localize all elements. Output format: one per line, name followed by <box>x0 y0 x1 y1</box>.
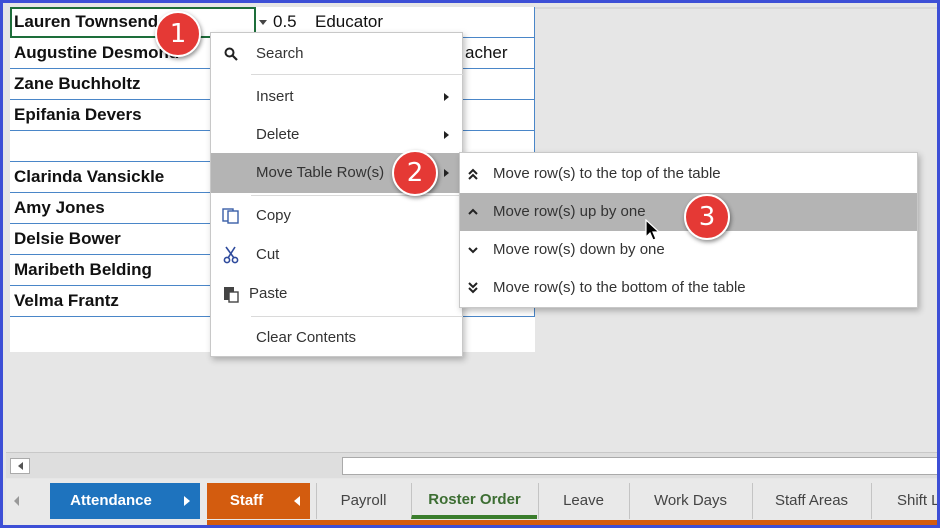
menu-item-label: Insert <box>256 88 294 105</box>
horizontal-scrollbar[interactable] <box>6 452 937 478</box>
chevron-down-icon <box>466 231 480 269</box>
submenu-item-move-down[interactable]: Move row(s) down by one <box>460 231 917 269</box>
tab-shift[interactable]: Shift L <box>871 483 937 519</box>
menu-item-label: Paste <box>249 285 288 302</box>
submenu-item-move-bottom[interactable]: Move row(s) to the bottom of the table <box>460 269 917 307</box>
chevron-left-icon <box>17 462 23 470</box>
scroll-track[interactable] <box>342 457 937 475</box>
sheet-tab-bar: Attendance Staff Payroll Roster Order Le… <box>6 479 937 525</box>
tab-staff[interactable]: Staff <box>207 483 310 519</box>
menu-item-label: Clear Contents <box>256 329 357 346</box>
menu-separator <box>251 74 463 75</box>
scroll-left-button[interactable] <box>10 458 30 474</box>
callout-badge-1: 1 <box>155 11 201 57</box>
menu-item-label: Search <box>256 45 304 62</box>
double-chevron-up-icon <box>466 155 480 193</box>
submenu-arrow-icon <box>444 131 449 139</box>
menu-item-label: Delete <box>256 126 300 143</box>
copy-icon <box>220 197 242 235</box>
chevron-right-icon <box>184 496 190 506</box>
menu-item-clear-contents[interactable]: Clear Contents <box>211 319 462 357</box>
scissors-icon <box>220 236 242 274</box>
menu-item-delete[interactable]: Delete <box>211 116 462 154</box>
tab-scroll-left-icon[interactable] <box>14 496 19 506</box>
tab-roster-order[interactable]: Roster Order <box>411 483 537 519</box>
menu-item-label: Move Table Row(s) <box>256 164 385 181</box>
submenu-item-move-top[interactable]: Move row(s) to the top of the table <box>460 155 917 193</box>
submenu-item-label: Move row(s) up by one <box>493 203 646 220</box>
tab-group-underline <box>207 520 937 525</box>
tab-attendance[interactable]: Attendance <box>50 483 200 519</box>
tab-staff-areas[interactable]: Staff Areas <box>752 483 870 519</box>
column-header-strip <box>535 7 937 9</box>
tab-label: Staff <box>229 492 264 509</box>
mouse-pointer-icon <box>645 218 661 248</box>
tab-payroll[interactable]: Payroll <box>316 483 410 519</box>
double-chevron-down-icon <box>466 269 480 307</box>
menu-item-copy[interactable]: Copy <box>211 197 462 235</box>
chevron-left-icon <box>294 496 300 506</box>
menu-item-cut[interactable]: Cut <box>211 236 462 274</box>
submenu-arrow-icon <box>444 93 449 101</box>
dropdown-arrow-icon[interactable] <box>259 20 267 25</box>
context-menu: Search Insert Delete Move Table Row(s) C… <box>210 32 463 357</box>
menu-item-paste[interactable]: Paste <box>211 275 462 313</box>
menu-item-label: Copy <box>256 207 292 224</box>
paste-icon <box>220 275 242 313</box>
submenu-item-label: Move row(s) down by one <box>493 241 665 258</box>
menu-separator <box>251 316 463 317</box>
tab-label: Attendance <box>70 492 152 509</box>
chevron-up-icon <box>466 193 480 231</box>
window-frame: Lauren Townsend 0.5 Educator Augustine D… <box>0 0 940 528</box>
submenu-arrow-icon <box>444 169 449 177</box>
tab-leave[interactable]: Leave <box>538 483 628 519</box>
magnifier-icon <box>220 35 242 73</box>
menu-item-search[interactable]: Search <box>211 35 462 73</box>
submenu-item-label: Move row(s) to the top of the table <box>493 165 721 182</box>
callout-badge-2: 2 <box>392 150 438 196</box>
callout-badge-3: 3 <box>684 194 730 240</box>
menu-separator <box>251 195 463 196</box>
submenu-item-label: Move row(s) to the bottom of the table <box>493 279 746 296</box>
menu-item-insert[interactable]: Insert <box>211 78 462 116</box>
menu-item-label: Cut <box>256 246 280 263</box>
tab-work-days[interactable]: Work Days <box>629 483 751 519</box>
